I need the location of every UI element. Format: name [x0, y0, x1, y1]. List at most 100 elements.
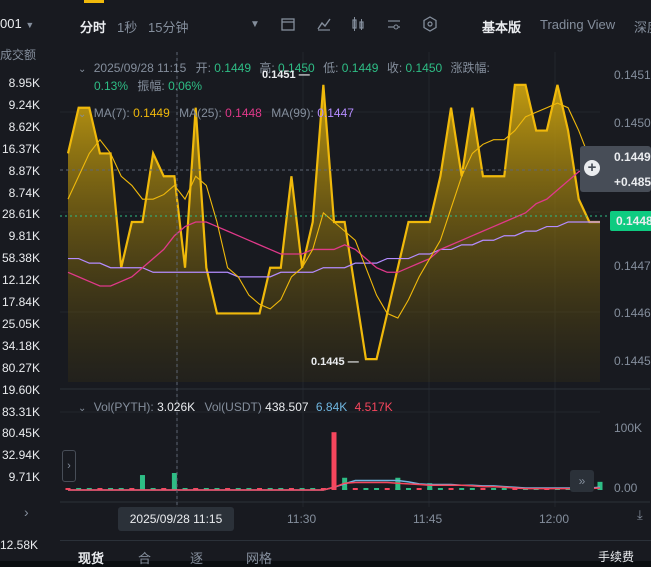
trade-amount: 19.60K: [1, 382, 40, 397]
volume-bar-baseline: [416, 488, 422, 490]
low-annotation: 0.1445 —: [311, 356, 359, 368]
chart-toolbar: 分时 1秒 15分钟 ▼ 基本版 Trading View 深度: [60, 0, 651, 52]
hexagon-settings-icon[interactable]: [422, 16, 438, 32]
trade-amount: 17.84K: [1, 295, 40, 309]
low-value: 0.1449: [341, 61, 379, 75]
interval-dropdown-icon[interactable]: ▼: [250, 19, 260, 30]
volume-axis-label: 0.00: [614, 481, 638, 495]
left-bottom-value: 12.58K: [0, 538, 39, 552]
last-price-tag: 0.1448: [610, 211, 651, 231]
scroll-left-button[interactable]: ›: [62, 450, 76, 482]
collapse-ma-icon[interactable]: ⌄: [78, 109, 86, 120]
ma99-value: 0.1447: [317, 106, 354, 120]
indicator-chart-icon[interactable]: [316, 16, 332, 32]
time-axis-tick: 11:30: [287, 512, 317, 526]
tab-grid[interactable]: 网格: [246, 548, 272, 567]
price-axis-label: 0.1447: [614, 259, 651, 273]
add-alert-icon[interactable]: +: [584, 160, 600, 176]
volume-bar-up: [171, 473, 177, 490]
tab-1s[interactable]: 1秒: [117, 17, 137, 36]
view-basic-button[interactable]: 基本版: [482, 17, 521, 36]
tab-15m[interactable]: 15分钟: [148, 17, 188, 36]
trade-amount: 16.37K: [1, 141, 40, 156]
left-header-value: 001: [0, 16, 22, 31]
trade-amount: 9.71K: [8, 470, 40, 485]
volume-bar-baseline: [491, 488, 497, 490]
ma-legend: ⌄ MA(7): 0.1449 MA(25): 0.1448 MA(99): 0…: [78, 106, 354, 120]
trade-amount: 32.94K: [1, 448, 40, 463]
crosshair-change: +0.485: [614, 175, 651, 189]
open-value: 0.1449: [214, 61, 251, 75]
volume-bar-baseline: [405, 488, 411, 490]
crosshair-price: 0.1449: [614, 150, 651, 164]
trade-amount: 80.27K: [1, 360, 40, 375]
time-axis-tick: 12:00: [539, 512, 570, 526]
settings-slider-icon[interactable]: [386, 16, 402, 32]
scroll-to-latest-button[interactable]: »: [570, 470, 594, 492]
view-tradingview-button[interactable]: Trading View: [540, 17, 615, 32]
volume-bars: [65, 432, 603, 491]
change-value: 0.13%: [94, 79, 129, 93]
vol-usdt-value: 438.507: [265, 400, 309, 414]
bottom-divider: [60, 540, 651, 541]
fit-screen-icon[interactable]: ⤓: [637, 507, 643, 523]
volume-bar-down: [331, 432, 337, 490]
ma99-label: MA(99):: [271, 106, 314, 120]
ohlc-datetime: 2025/09/28 11:15: [93, 61, 187, 75]
volume-bar-baseline: [384, 488, 390, 490]
active-tab-indicator: [84, 0, 104, 3]
volume-bar-baseline: [363, 488, 369, 490]
trade-amount: 34.18K: [1, 338, 40, 353]
open-label: 开:: [195, 61, 211, 75]
trade-amount: 9.81K: [8, 229, 40, 244]
price-axis-label: 0.1446: [614, 306, 651, 320]
vol-ma-a-value: 6.84K: [315, 400, 348, 414]
change-label: 涨跌幅:: [450, 61, 490, 75]
tab-spot[interactable]: 现货: [78, 548, 104, 567]
tab-time-share[interactable]: 分时: [80, 17, 106, 36]
ma7-label: MA(7):: [93, 106, 130, 120]
volume-bar-baseline: [448, 488, 454, 490]
trade-amount: 8.95K: [8, 76, 40, 90]
view-depth-button[interactable]: 深度: [634, 17, 651, 36]
price-axis-label: 0.1445: [614, 354, 651, 368]
vol-ma-b-value: 4.517K: [354, 400, 393, 414]
trade-amount: 58.38K: [1, 251, 40, 266]
price-axis-label: 0.1450: [614, 116, 651, 130]
volume-bar-baseline: [374, 488, 380, 490]
amplitude-label: 振幅:: [137, 79, 165, 93]
time-cursor-chip: 2025/09/28 11:15: [118, 507, 234, 531]
candlestick-icon[interactable]: [350, 16, 366, 32]
volume-axis-label: 100K: [614, 421, 643, 435]
time-axis-tick: 11:45: [413, 512, 443, 526]
left-trade-list: 001 ▼ 成交额 8.95K 9.24K 8.62K 16.37K 8.87K 8.74…: [0, 0, 46, 561]
calendar-icon[interactable]: [280, 16, 296, 32]
ohlc-legend-row2: 0.13% 振幅: 0.06%: [94, 77, 202, 94]
volume-bar-up: [139, 475, 145, 490]
amount-column-label: 成交额: [0, 48, 37, 62]
volume-legend: ⌄ Vol(PYTH): 3.026K Vol(USDT) 438.507 6.…: [78, 400, 393, 414]
price-chart[interactable]: [60, 52, 651, 542]
vol-pyth-value: 3.026K: [157, 400, 196, 414]
trade-amount: 8.74K: [8, 185, 40, 200]
left-header[interactable]: 001 ▼: [0, 16, 34, 31]
volume-bar-baseline: [437, 488, 443, 490]
tab-contract[interactable]: 合: [138, 548, 151, 567]
ma7-value: 0.1449: [133, 106, 170, 120]
volume-bar-baseline: [480, 488, 486, 490]
volume-bar-baseline: [469, 488, 475, 490]
low-annotation-value: 0.1445: [311, 356, 345, 368]
chevron-right-icon[interactable]: ›: [24, 504, 29, 520]
collapse-legend-icon[interactable]: ⌄: [78, 64, 86, 75]
price-axis-label: 0.1451: [614, 68, 651, 82]
trade-amount: 28.61K: [1, 207, 40, 222]
collapse-volume-icon[interactable]: ⌄: [78, 403, 86, 414]
low-label: 低:: [323, 61, 339, 75]
trade-amount: 80.45K: [1, 426, 40, 441]
high-annotation-value: 0.1451: [262, 69, 296, 81]
trade-amount: 8.87K: [8, 163, 40, 178]
volume-bar-baseline: [352, 488, 358, 490]
tab-margin[interactable]: 逐: [190, 548, 203, 567]
fee-link[interactable]: 手续费: [598, 548, 634, 565]
close-label: 收:: [386, 61, 403, 75]
